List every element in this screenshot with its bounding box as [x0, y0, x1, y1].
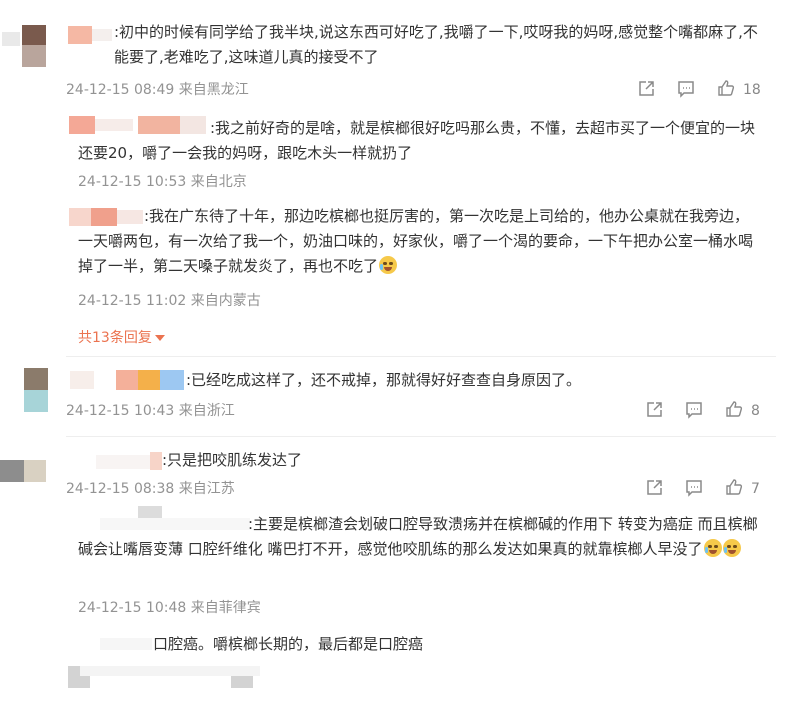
- thumbs-up-icon[interactable]: [725, 478, 743, 496]
- divider: [66, 436, 776, 437]
- comment-icon[interactable]: [677, 80, 695, 98]
- like-count: 8: [751, 403, 760, 419]
- chevron-down-icon: [154, 335, 165, 341]
- username-redacted[interactable]: [96, 455, 158, 469]
- username-redacted[interactable]: [100, 638, 152, 650]
- divider: [66, 356, 776, 357]
- comment-icon[interactable]: [685, 401, 703, 419]
- reply-meta: 24-12-15 10:53 来自北京: [78, 174, 247, 190]
- meta-redacted: [80, 666, 260, 676]
- crying-laughing-emoji-icon: [703, 539, 722, 557]
- more-replies-link[interactable]: 共13条回复: [78, 327, 165, 347]
- reply-text: :我在广东待了十年，那边吃槟榔也挺厉害的，第一次吃是上司给的，他办公桌就在我旁边…: [78, 207, 754, 275]
- like-count: 7: [751, 481, 760, 497]
- comment-meta: 24-12-15 10:43 来自浙江: [66, 403, 235, 419]
- share-icon[interactable]: [645, 479, 663, 497]
- thumbs-up-icon[interactable]: [717, 79, 735, 97]
- like-count: 18: [743, 82, 761, 98]
- reply-text: 口腔癌。嚼槟榔长期的，最后都是口腔癌: [153, 635, 424, 653]
- comment-text: :只是把咬肌练发达了: [162, 451, 303, 469]
- username-redacted[interactable]: [70, 371, 94, 389]
- share-icon[interactable]: [637, 80, 655, 98]
- comment-meta: 24-12-15 08:49 来自黑龙江: [66, 82, 249, 98]
- avatar-shadow: [2, 32, 20, 46]
- reply-text: :主要是槟榔渣会划破口腔导致溃疡并在槟榔碱的作用下 转变为癌症 而且槟榔碱会让嘴…: [78, 515, 758, 558]
- avatar[interactable]: [22, 25, 46, 69]
- comment-meta: 24-12-15 08:38 来自江苏: [66, 481, 235, 497]
- crying-laughing-emoji-icon: [722, 539, 741, 557]
- comment-icon[interactable]: [685, 479, 703, 497]
- reply-meta: 24-12-15 10:48 来自菲律宾: [78, 600, 261, 616]
- reply-meta: 24-12-15 11:02 来自内蒙古: [78, 293, 261, 309]
- avatar[interactable]: [24, 368, 48, 412]
- comment-text: :初中的时候有同学给了我半块,说这东西可好吃了,我嚼了一下,哎呀我的妈呀,感觉整…: [114, 23, 758, 66]
- reply-text: :我之前好奇的是啥，就是槟榔很好吃吗那么贵，不懂，去超市买了一个便宜的一块还要2…: [78, 119, 756, 162]
- crying-laughing-emoji-icon: [379, 256, 398, 274]
- comment-text: :已经吃成这样了，还不戒掉，那就得好好查查自身原因了。: [186, 371, 582, 389]
- share-icon[interactable]: [645, 401, 663, 419]
- avatar[interactable]: [0, 460, 46, 482]
- username-redacted[interactable]: [68, 26, 92, 44]
- thumbs-up-icon[interactable]: [725, 400, 743, 418]
